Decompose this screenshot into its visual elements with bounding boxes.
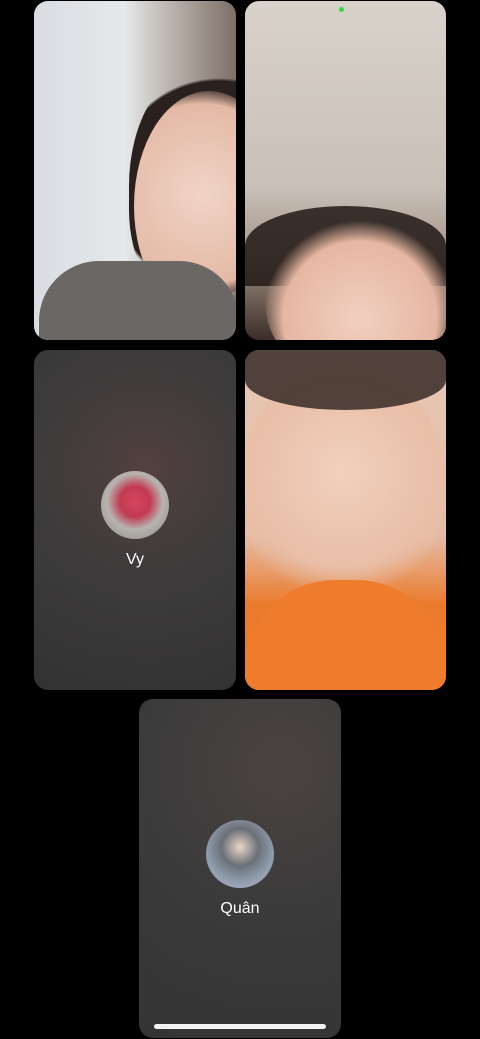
participant-name: Quân bbox=[220, 900, 260, 917]
participant-name: Vy bbox=[125, 551, 145, 568]
avatar bbox=[101, 471, 169, 539]
participant-video-tile-4[interactable] bbox=[245, 350, 446, 690]
video-feed-shirt bbox=[39, 261, 236, 340]
avatar bbox=[206, 820, 274, 888]
participant-video-tile-2[interactable] bbox=[245, 1, 446, 340]
video-feed-shirt bbox=[245, 580, 446, 690]
home-indicator[interactable] bbox=[154, 1024, 326, 1029]
camera-active-indicator bbox=[339, 7, 344, 12]
participant-avatar-tile-vy[interactable]: Vy bbox=[34, 350, 236, 690]
participant-video-tile-1[interactable] bbox=[34, 1, 236, 340]
video-feed-hair bbox=[245, 350, 446, 410]
participant-avatar-tile-quan[interactable]: Quân bbox=[139, 699, 341, 1038]
